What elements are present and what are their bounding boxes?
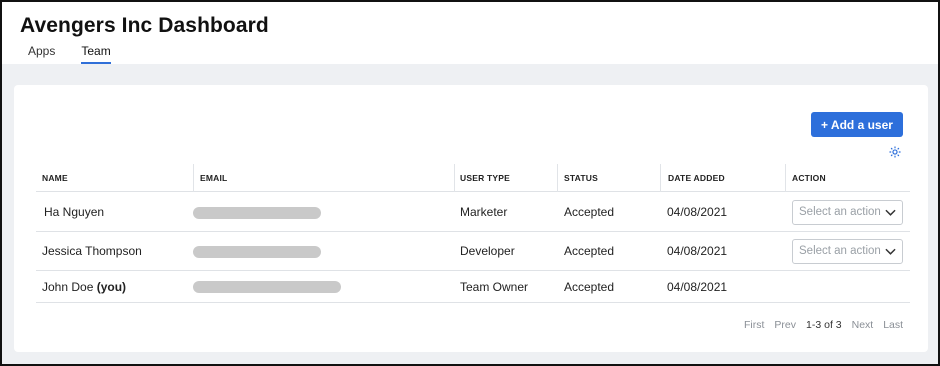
date-added: 04/08/2021 bbox=[667, 205, 728, 219]
column-divider bbox=[660, 164, 661, 192]
tab-team[interactable]: Team bbox=[81, 44, 111, 64]
table-row: Ha Nguyen Marketer Accepted 04/08/2021 S… bbox=[36, 193, 910, 232]
user-name: Jessica Thompson bbox=[42, 244, 142, 258]
chevron-down-icon bbox=[885, 209, 896, 216]
chevron-down-icon bbox=[885, 248, 896, 255]
column-divider bbox=[193, 164, 194, 192]
user-status: Accepted bbox=[564, 205, 615, 219]
column-divider bbox=[557, 164, 558, 192]
date-added: 04/08/2021 bbox=[667, 244, 728, 258]
user-status: Accepted bbox=[564, 244, 615, 258]
current-user-tag: (you) bbox=[96, 280, 127, 294]
column-header-action: ACTION bbox=[792, 173, 826, 183]
action-select-placeholder: Select an action bbox=[799, 206, 881, 218]
column-header-user-type[interactable]: USER TYPE bbox=[460, 164, 510, 192]
redacted-email bbox=[193, 246, 321, 258]
user-type: Marketer bbox=[460, 205, 508, 219]
action-select-placeholder: Select an action bbox=[799, 245, 881, 257]
add-user-button[interactable]: + Add a user bbox=[811, 112, 903, 137]
table-header: NAME EMAIL USER TYPE STATUS DATE ADDED A… bbox=[36, 164, 910, 192]
date-added: 04/08/2021 bbox=[667, 280, 728, 294]
pagination: First Prev 1-3 of 3 Next Last bbox=[744, 319, 913, 331]
pagination-first[interactable]: First bbox=[744, 319, 764, 331]
pagination-last[interactable]: Last bbox=[883, 319, 903, 331]
redacted-email bbox=[193, 207, 321, 219]
pagination-next[interactable]: Next bbox=[852, 319, 874, 331]
pagination-range: 1-3 of 3 bbox=[806, 319, 842, 331]
table-row: John Doe (you) Team Owner Accepted 04/08… bbox=[36, 271, 910, 303]
table-row: Jessica Thompson Developer Accepted 04/0… bbox=[36, 232, 910, 271]
user-type: Developer bbox=[460, 244, 515, 258]
user-name: Ha Nguyen bbox=[44, 205, 105, 219]
column-divider bbox=[454, 164, 455, 192]
user-type: Team Owner bbox=[460, 280, 529, 294]
redacted-email bbox=[193, 281, 341, 293]
column-divider bbox=[785, 164, 786, 192]
column-header-name[interactable]: NAME bbox=[42, 164, 68, 192]
user-name-cell: John Doe (you) bbox=[42, 271, 126, 303]
tab-bar: Apps Team bbox=[28, 44, 137, 64]
action-select[interactable]: Select an action bbox=[792, 239, 903, 264]
column-header-status[interactable]: STATUS bbox=[564, 164, 598, 192]
user-status: Accepted bbox=[564, 280, 615, 294]
action-select[interactable]: Select an action bbox=[792, 200, 903, 225]
page-header: Avengers Inc Dashboard Apps Team bbox=[2, 2, 938, 64]
gear-icon[interactable] bbox=[888, 145, 902, 159]
pagination-prev[interactable]: Prev bbox=[774, 319, 796, 331]
column-header-email[interactable]: EMAIL bbox=[200, 164, 227, 192]
user-name: John Doe bbox=[42, 280, 94, 294]
team-card: + Add a user NAME EMAIL USER TYPE STATUS… bbox=[14, 85, 928, 352]
window-frame: Avengers Inc Dashboard Apps Team + Add a… bbox=[0, 0, 940, 366]
tab-apps[interactable]: Apps bbox=[28, 44, 55, 64]
page-title: Avengers Inc Dashboard bbox=[20, 14, 269, 37]
column-header-date-added[interactable]: DATE ADDED bbox=[668, 164, 725, 192]
